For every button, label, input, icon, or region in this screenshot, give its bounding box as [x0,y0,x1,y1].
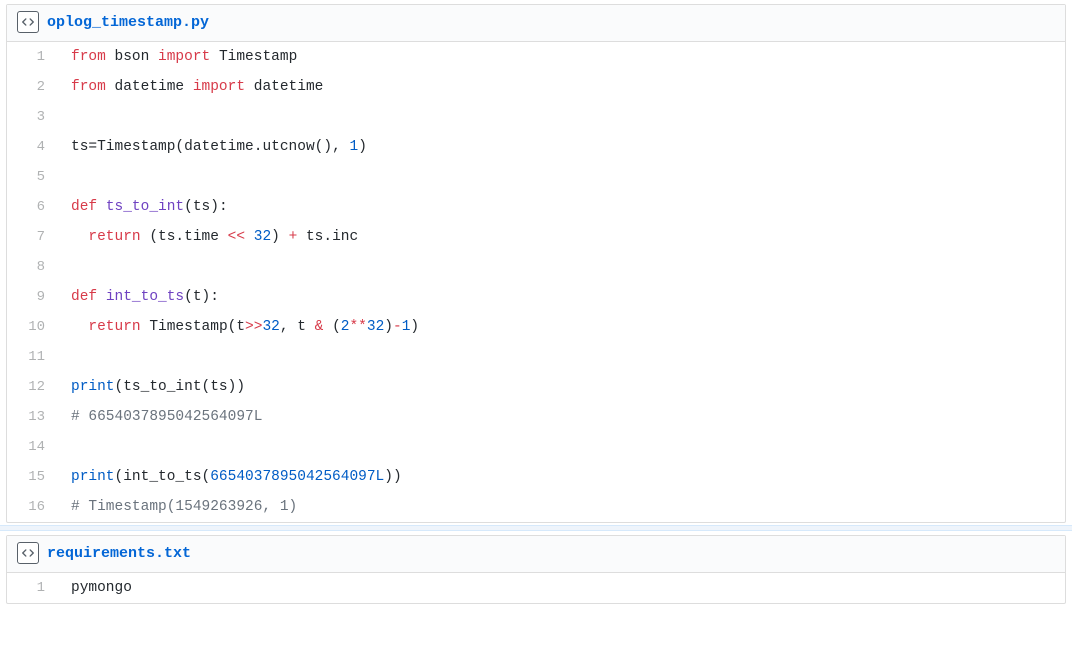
code-content[interactable] [63,102,1065,132]
code-line: 9def int_to_ts(t): [7,282,1065,312]
code-content[interactable] [63,342,1065,372]
code-content[interactable]: print(int_to_ts(6654037895042564097L)) [63,462,1065,492]
code-content[interactable] [63,162,1065,192]
code-icon [17,11,39,33]
line-number[interactable]: 4 [7,132,63,162]
code-line: 14 [7,432,1065,462]
code-line: 16# Timestamp(1549263926, 1) [7,492,1065,522]
line-number[interactable]: 7 [7,222,63,252]
code-table: 1pymongo [7,573,1065,603]
line-number[interactable]: 5 [7,162,63,192]
file-block: oplog_timestamp.py 1from bson import Time… [6,4,1066,523]
line-number[interactable]: 3 [7,102,63,132]
code-line: 12print(ts_to_int(ts)) [7,372,1065,402]
code-content[interactable]: return (ts.time << 32) + ts.inc [63,222,1065,252]
code-line: 10 return Timestamp(t>>32, t & (2**32)-1… [7,312,1065,342]
line-number[interactable]: 2 [7,72,63,102]
filename-link[interactable]: requirements.txt [47,545,191,562]
code-content[interactable]: ts=Timestamp(datetime.utcnow(), 1) [63,132,1065,162]
code-line: 1from bson import Timestamp [7,42,1065,72]
line-number[interactable]: 10 [7,312,63,342]
code-content[interactable]: # 6654037895042564097L [63,402,1065,432]
code-line: 7 return (ts.time << 32) + ts.inc [7,222,1065,252]
code-content[interactable]: def int_to_ts(t): [63,282,1065,312]
file-header: requirements.txt [7,536,1065,573]
file-separator [0,525,1072,531]
code-line: 6def ts_to_int(ts): [7,192,1065,222]
file-header: oplog_timestamp.py [7,5,1065,42]
filename-link[interactable]: oplog_timestamp.py [47,14,209,31]
code-line: 3 [7,102,1065,132]
code-table: 1from bson import Timestamp2from datetim… [7,42,1065,522]
line-number[interactable]: 11 [7,342,63,372]
line-number[interactable]: 14 [7,432,63,462]
line-number[interactable]: 16 [7,492,63,522]
line-number[interactable]: 8 [7,252,63,282]
code-content[interactable] [63,432,1065,462]
code-content[interactable]: from datetime import datetime [63,72,1065,102]
code-icon [17,542,39,564]
line-number[interactable]: 12 [7,372,63,402]
code-line: 1pymongo [7,573,1065,603]
code-content[interactable]: pymongo [63,573,1065,603]
line-number[interactable]: 1 [7,573,63,603]
code-line: 5 [7,162,1065,192]
code-content[interactable]: # Timestamp(1549263926, 1) [63,492,1065,522]
code-line: 11 [7,342,1065,372]
code-line: 2from datetime import datetime [7,72,1065,102]
code-line: 13# 6654037895042564097L [7,402,1065,432]
line-number[interactable]: 6 [7,192,63,222]
code-content[interactable]: from bson import Timestamp [63,42,1065,72]
code-line: 4ts=Timestamp(datetime.utcnow(), 1) [7,132,1065,162]
line-number[interactable]: 15 [7,462,63,492]
line-number[interactable]: 9 [7,282,63,312]
file-block: requirements.txt 1pymongo [6,535,1066,604]
code-content[interactable] [63,252,1065,282]
code-content[interactable]: return Timestamp(t>>32, t & (2**32)-1) [63,312,1065,342]
code-line: 8 [7,252,1065,282]
line-number[interactable]: 1 [7,42,63,72]
line-number[interactable]: 13 [7,402,63,432]
code-content[interactable]: print(ts_to_int(ts)) [63,372,1065,402]
code-line: 15print(int_to_ts(6654037895042564097L)) [7,462,1065,492]
code-content[interactable]: def ts_to_int(ts): [63,192,1065,222]
